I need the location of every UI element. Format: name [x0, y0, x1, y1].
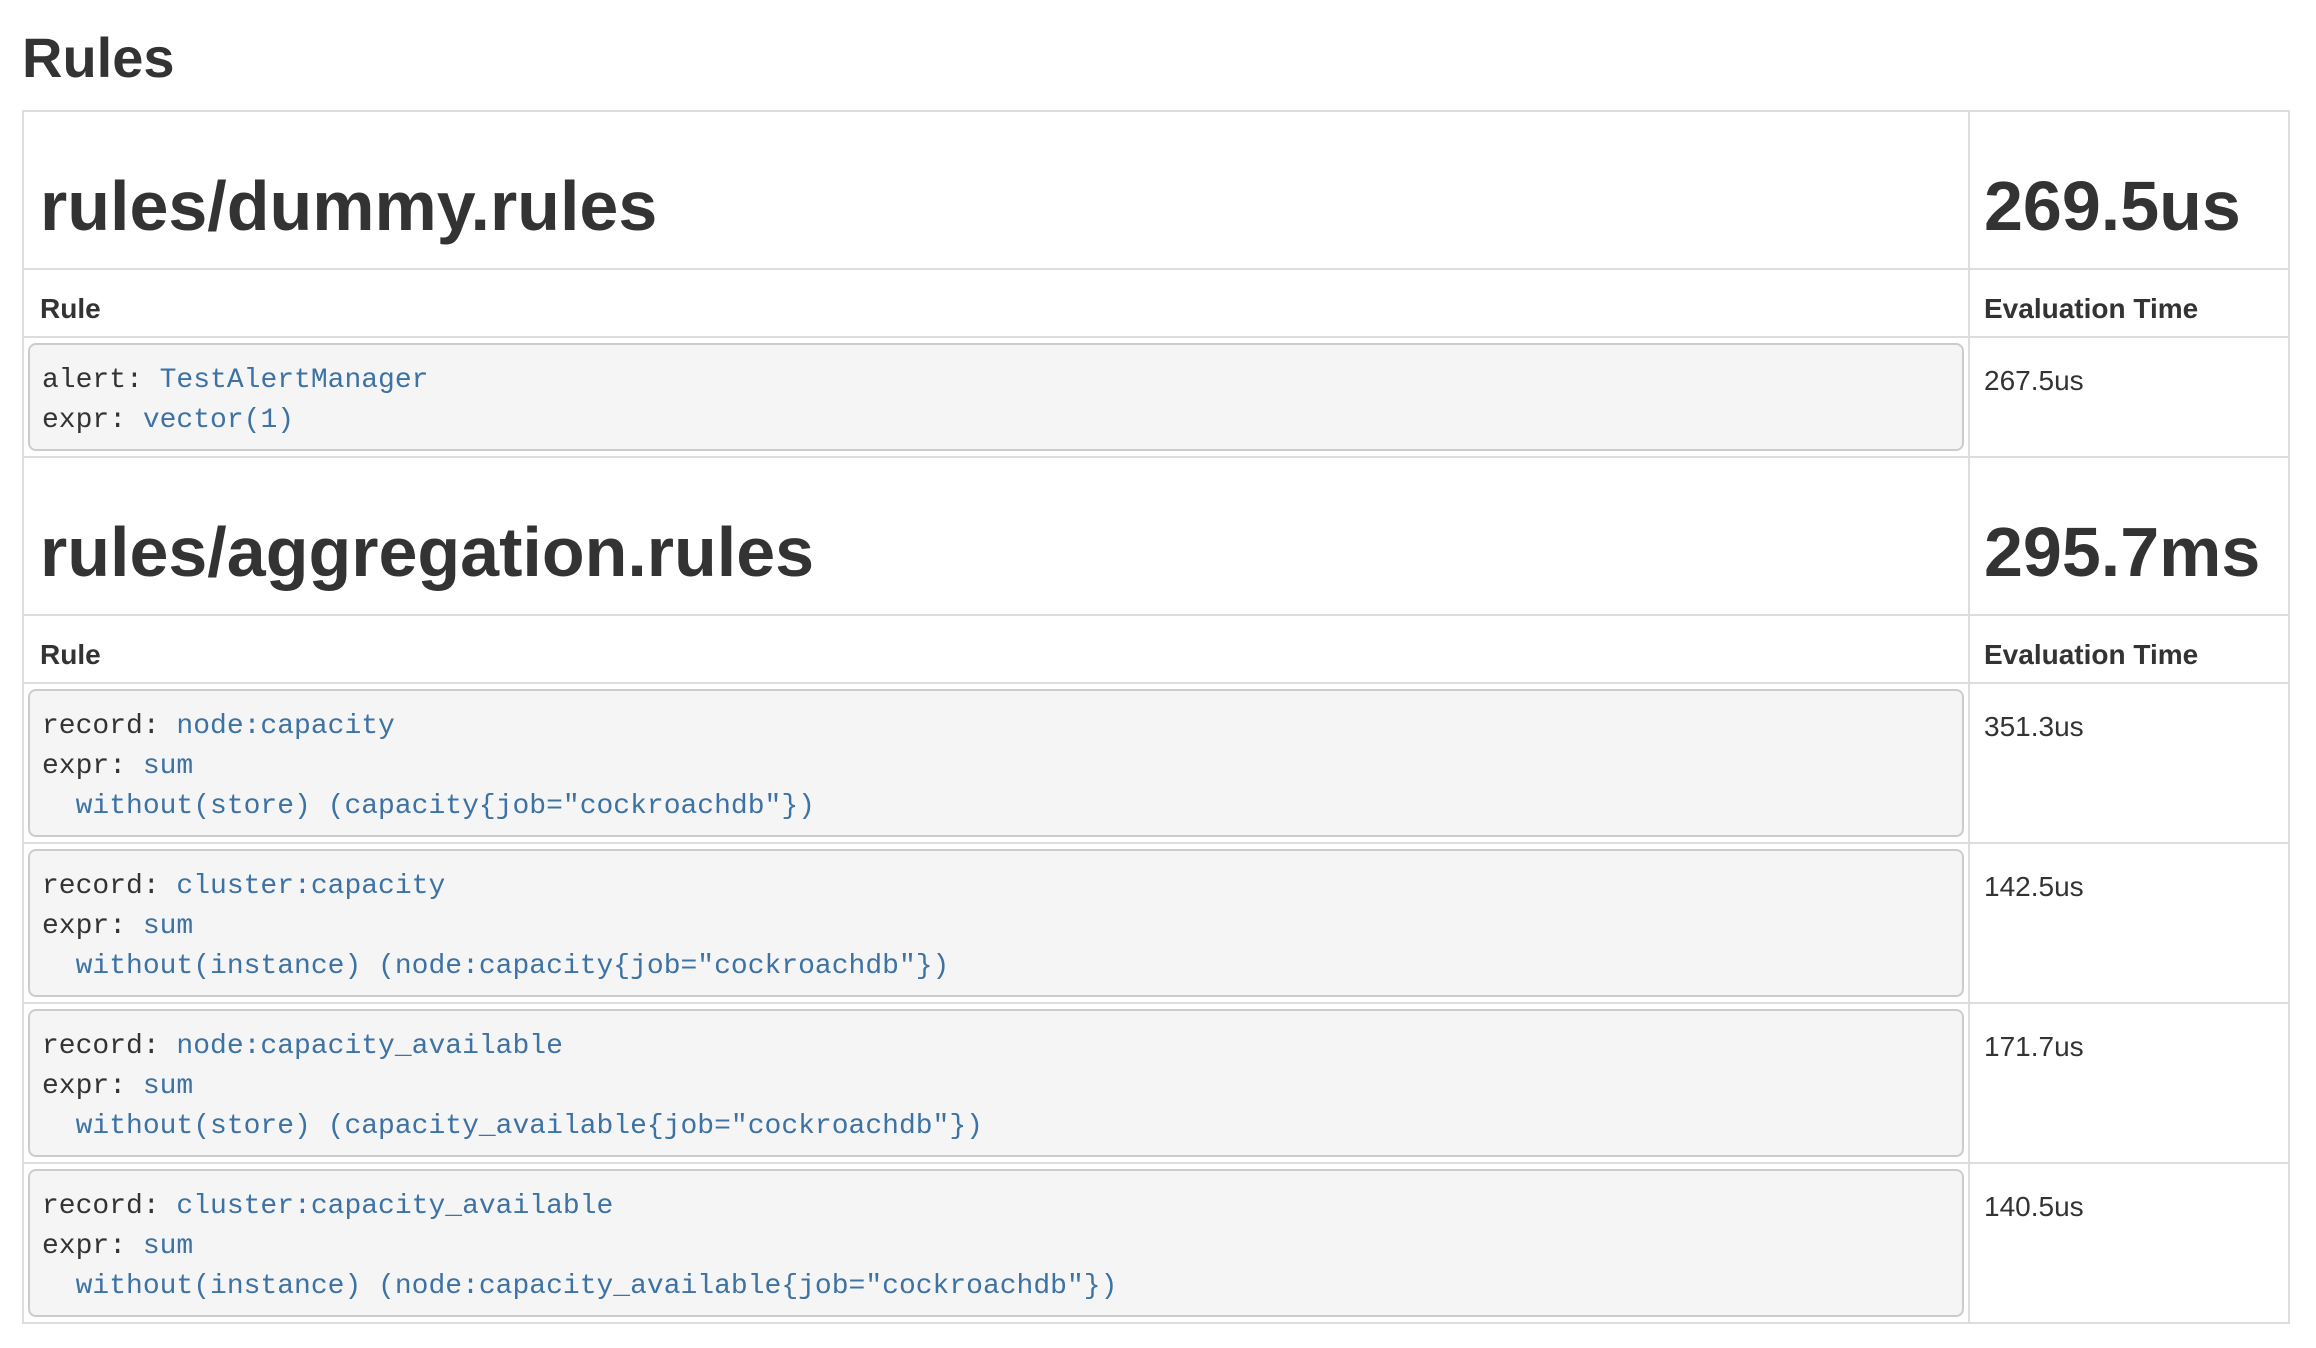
rule-cell: record: cluster:capacity expr: sum witho…	[23, 843, 1969, 1003]
rule-group-eval-time-cell: 295.7ms	[1969, 457, 2289, 615]
rule-column-header: Rule	[23, 269, 1969, 337]
rule-field-key: expr:	[42, 405, 143, 436]
evaluation-time-column-header: Evaluation Time	[1969, 269, 2289, 337]
rule-group-name: rules/aggregation.rules	[40, 512, 1954, 592]
column-header-row: Rule Evaluation Time	[23, 269, 2289, 337]
rule-row: record: cluster:capacity_available expr:…	[23, 1163, 2289, 1323]
rule-row: record: cluster:capacity expr: sum witho…	[23, 843, 2289, 1003]
rule-field-key: record:	[42, 1191, 176, 1222]
rule-expression-link[interactable]: without(store) (capacity_available{job="…	[42, 1111, 983, 1142]
rule-expression-link[interactable]: node:capacity_available	[176, 1031, 562, 1062]
rule-expression-link[interactable]: TestAlertManager	[160, 365, 429, 396]
rule-definition: alert: TestAlertManager expr: vector(1)	[28, 343, 1964, 451]
rule-row: record: node:capacity expr: sum without(…	[23, 683, 2289, 843]
rule-expression-link[interactable]: without(instance) (node:capacity{job="co…	[42, 951, 949, 982]
page-title: Rules	[22, 26, 2316, 90]
rule-eval-time: 140.5us	[1969, 1163, 2289, 1323]
rule-column-header: Rule	[23, 615, 1969, 683]
rule-cell: record: node:capacity_available expr: su…	[23, 1003, 1969, 1163]
rule-group-name-cell: rules/aggregation.rules	[23, 457, 1969, 615]
rule-field-key: expr:	[42, 751, 143, 782]
rule-cell: record: node:capacity expr: sum without(…	[23, 683, 1969, 843]
rule-eval-time: 267.5us	[1969, 337, 2289, 457]
rule-row: record: node:capacity_available expr: su…	[23, 1003, 2289, 1163]
evaluation-time-column-header: Evaluation Time	[1969, 615, 2289, 683]
rule-eval-time: 142.5us	[1969, 843, 2289, 1003]
rule-field-key: expr:	[42, 911, 143, 942]
rule-expression-link[interactable]: without(instance) (node:capacity_availab…	[42, 1271, 1117, 1302]
rule-field-key: record:	[42, 1031, 176, 1062]
rule-cell: alert: TestAlertManager expr: vector(1)	[23, 337, 1969, 457]
rule-group-name: rules/dummy.rules	[40, 166, 1954, 246]
rule-field-key: expr:	[42, 1071, 143, 1102]
rules-table: rules/dummy.rules 269.5us Rule Evaluatio…	[22, 110, 2290, 1324]
rule-eval-time: 171.7us	[1969, 1003, 2289, 1163]
rule-field-key: record:	[42, 871, 176, 902]
rule-expression-link[interactable]: sum	[143, 911, 193, 942]
rule-expression-link[interactable]: cluster:capacity	[176, 871, 445, 902]
rules-table-body: rules/dummy.rules 269.5us Rule Evaluatio…	[23, 111, 2289, 1323]
rule-expression-link[interactable]: sum	[143, 1071, 193, 1102]
rule-group-header-row: rules/aggregation.rules 295.7ms	[23, 457, 2289, 615]
rule-definition: record: node:capacity expr: sum without(…	[28, 689, 1964, 837]
rule-expression-link[interactable]: vector(1)	[143, 405, 294, 436]
rule-field-key: alert:	[42, 365, 160, 396]
rule-expression-link[interactable]: without(store) (capacity{job="cockroachd…	[42, 791, 815, 822]
rule-eval-time: 351.3us	[1969, 683, 2289, 843]
rule-definition: record: node:capacity_available expr: su…	[28, 1009, 1964, 1157]
rule-expression-link[interactable]: sum	[143, 751, 193, 782]
rule-cell: record: cluster:capacity_available expr:…	[23, 1163, 1969, 1323]
rule-field-key: expr:	[42, 1231, 143, 1262]
rule-group-eval-time-cell: 269.5us	[1969, 111, 2289, 269]
rule-field-key: record:	[42, 711, 176, 742]
rule-expression-link[interactable]: cluster:capacity_available	[176, 1191, 613, 1222]
rule-group-header-row: rules/dummy.rules 269.5us	[23, 111, 2289, 269]
rule-row: alert: TestAlertManager expr: vector(1) …	[23, 337, 2289, 457]
rule-group-name-cell: rules/dummy.rules	[23, 111, 1969, 269]
rule-expression-link[interactable]: node:capacity	[176, 711, 394, 742]
rule-group-eval-time: 269.5us	[1984, 166, 2274, 246]
rule-definition: record: cluster:capacity_available expr:…	[28, 1169, 1964, 1317]
column-header-row: Rule Evaluation Time	[23, 615, 2289, 683]
rule-definition: record: cluster:capacity expr: sum witho…	[28, 849, 1964, 997]
rule-group-eval-time: 295.7ms	[1984, 512, 2274, 592]
rule-expression-link[interactable]: sum	[143, 1231, 193, 1262]
